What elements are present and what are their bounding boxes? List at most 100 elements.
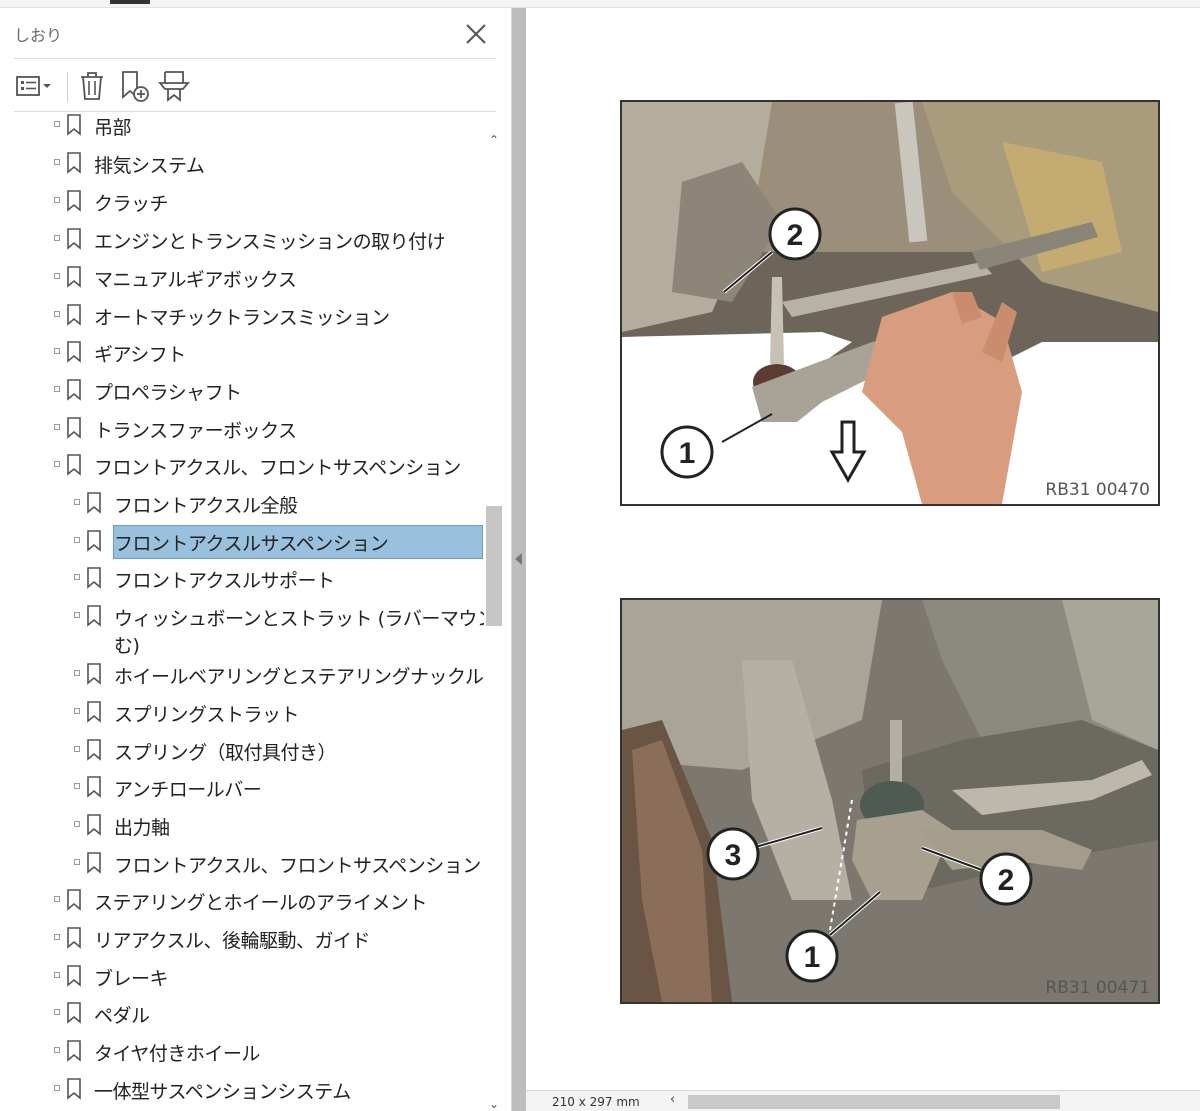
expand-toggle-icon[interactable] <box>54 311 60 317</box>
bookmark-item[interactable]: ギアシフト <box>0 333 484 371</box>
header-divider <box>14 58 496 59</box>
bookmark-item[interactable]: フロントアクスル、フロントサスペンション <box>0 446 484 484</box>
bookmark-item[interactable]: 出力軸 <box>0 806 484 844</box>
options-button[interactable] <box>14 66 54 106</box>
figure-2-callout-1: 1 <box>804 941 821 974</box>
close-panel-button[interactable] <box>462 20 490 48</box>
horizontal-scrollbar-thumb[interactable] <box>688 1095 1060 1109</box>
expand-toggle-icon[interactable] <box>54 1009 60 1015</box>
figure-2-photo: 3 2 1 <box>622 600 1158 1002</box>
bookmark-label: 一体型サスペンションシステム <box>94 1081 351 1103</box>
scroll-up-icon[interactable]: ⌃ <box>488 134 500 146</box>
bookmark-icon <box>67 114 81 136</box>
expand-toggle-icon[interactable] <box>74 612 80 618</box>
expand-toggle-icon[interactable] <box>54 461 60 467</box>
document-page: 2 1 RB31 00470 3 2 1 RB31 00471 <box>526 8 1200 1088</box>
bookmark-item[interactable]: スプリング（取付具付き） <box>0 731 484 769</box>
bookmark-label-continuation: む) <box>114 635 140 657</box>
new-bookmark-button[interactable] <box>116 66 152 106</box>
bookmark-label: ホイールベアリングとステアリングナックル <box>114 666 484 688</box>
bookmark-label: クラッチ <box>94 193 169 215</box>
expand-toggle-icon[interactable] <box>54 197 60 203</box>
expand-toggle-icon[interactable] <box>74 746 80 752</box>
bookmark-item[interactable]: トランスファーボックス <box>0 409 484 447</box>
expand-toggle-icon[interactable] <box>54 896 60 902</box>
expand-toggle-icon[interactable] <box>54 235 60 241</box>
tree-scrollbar[interactable]: ⌃ ⌄ <box>484 120 504 1111</box>
bookmark-icon <box>67 152 81 174</box>
status-bar: 210 x 297 mm ‹ <box>526 1090 1200 1111</box>
panel-header: しおり <box>0 8 511 60</box>
bookmark-icon <box>87 776 101 798</box>
expand-toggle-icon[interactable] <box>54 1047 60 1053</box>
top-tab-strip <box>0 0 1200 8</box>
bookmark-item[interactable]: フロントアクスル、フロントサスペンション <box>0 844 484 882</box>
bookmark-item[interactable]: フロントアクスルサポート <box>0 559 484 597</box>
expand-toggle-icon[interactable] <box>54 424 60 430</box>
bookmark-item[interactable]: マニュアルギアボックス <box>0 258 484 296</box>
expand-toggle-icon[interactable] <box>54 934 60 940</box>
bookmark-item[interactable]: ブレーキ <box>0 957 484 995</box>
scrollbar-thumb[interactable] <box>486 506 502 626</box>
panel-splitter[interactable] <box>512 8 526 1111</box>
figure-2-id: RB31 00471 <box>1045 978 1150 998</box>
bookmark-item[interactable]: 吊部 <box>0 112 484 144</box>
figure-1-callout-2: 2 <box>787 219 804 252</box>
expand-toggle-icon[interactable] <box>54 348 60 354</box>
bookmark-item[interactable]: 排気システム <box>0 144 484 182</box>
bookmark-label: オートマチックトランスミッション <box>94 307 390 329</box>
bookmark-icon <box>87 663 101 685</box>
expand-toggle-icon[interactable] <box>74 670 80 676</box>
bookmark-item[interactable]: アンチロールバー <box>0 768 484 806</box>
bookmark-item[interactable]: フロントアクスル全般 <box>0 484 484 522</box>
figure-2-callout-2: 2 <box>998 864 1015 897</box>
scroll-down-icon[interactable]: ⌄ <box>488 1098 500 1110</box>
collapse-arrow-icon[interactable] <box>515 553 522 565</box>
bookmark-item[interactable]: フロントアクスルサスペンション <box>0 522 484 560</box>
expand-toggle-icon[interactable] <box>54 273 60 279</box>
active-tab-indicator[interactable] <box>110 0 150 4</box>
expand-toggle-icon[interactable] <box>74 537 80 543</box>
bookmark-icon <box>87 739 101 761</box>
bookmark-label: フロントアクスルサスペンション <box>114 533 389 555</box>
bookmark-label: 吊部 <box>94 117 132 139</box>
bookmark-item[interactable]: スプリングストラット <box>0 693 484 731</box>
bookmark-item[interactable]: クラッチ <box>0 182 484 220</box>
expand-toggle-icon[interactable] <box>54 972 60 978</box>
bookmark-icon <box>67 266 81 288</box>
bookmark-icon <box>67 927 81 949</box>
bookmark-item[interactable]: オートマチックトランスミッション <box>0 296 484 334</box>
bookmark-item[interactable]: エンジンとトランスミッションの取り付け <box>0 220 484 258</box>
bookmark-item[interactable]: リアアクスル、後輪駆動、ガイド <box>0 919 484 957</box>
expand-toggle-icon[interactable] <box>54 1085 60 1091</box>
expand-toggle-icon[interactable] <box>74 859 80 865</box>
bookmark-icon <box>67 417 81 439</box>
bookmark-item[interactable]: ステアリングとホイールのアライメント <box>0 881 484 919</box>
bookmark-label: タイヤ付きホイール <box>94 1043 260 1065</box>
scroll-left-icon[interactable]: ‹ <box>670 1092 675 1107</box>
expand-toggle-icon[interactable] <box>74 821 80 827</box>
bookmark-icon <box>67 1002 81 1024</box>
expand-toggle-icon[interactable] <box>74 574 80 580</box>
bookmark-item[interactable]: タイヤ付きホイール <box>0 1032 484 1070</box>
bookmark-item[interactable]: ウィッシュボーンとストラット (ラバーマウントを含む) <box>0 597 484 657</box>
new-bookmark-icon <box>122 71 149 102</box>
expand-toggle-icon[interactable] <box>54 386 60 392</box>
bookmark-icon <box>87 605 101 627</box>
expand-toggle-icon[interactable] <box>54 159 60 165</box>
expand-toggle-icon[interactable] <box>74 708 80 714</box>
delete-bookmark-button[interactable] <box>76 66 108 106</box>
bookmark-item[interactable]: ボディ <box>0 1107 484 1111</box>
bookmark-icon <box>67 304 81 326</box>
bookmark-item[interactable]: プロペラシャフト <box>0 371 484 409</box>
bookmark-item[interactable]: ペダル <box>0 994 484 1032</box>
find-bookmark-button[interactable] <box>156 66 192 106</box>
expand-toggle-icon[interactable] <box>74 499 80 505</box>
bookmark-item[interactable]: 一体型サスペンションシステム <box>0 1070 484 1108</box>
expand-toggle-icon[interactable] <box>74 783 80 789</box>
close-icon <box>466 24 486 44</box>
expand-toggle-icon[interactable] <box>54 121 60 127</box>
bookmark-label: マニュアルギアボックス <box>94 269 297 291</box>
bookmark-item[interactable]: ホイールベアリングとステアリングナックル <box>0 655 484 693</box>
bookmark-icon <box>67 1078 81 1100</box>
